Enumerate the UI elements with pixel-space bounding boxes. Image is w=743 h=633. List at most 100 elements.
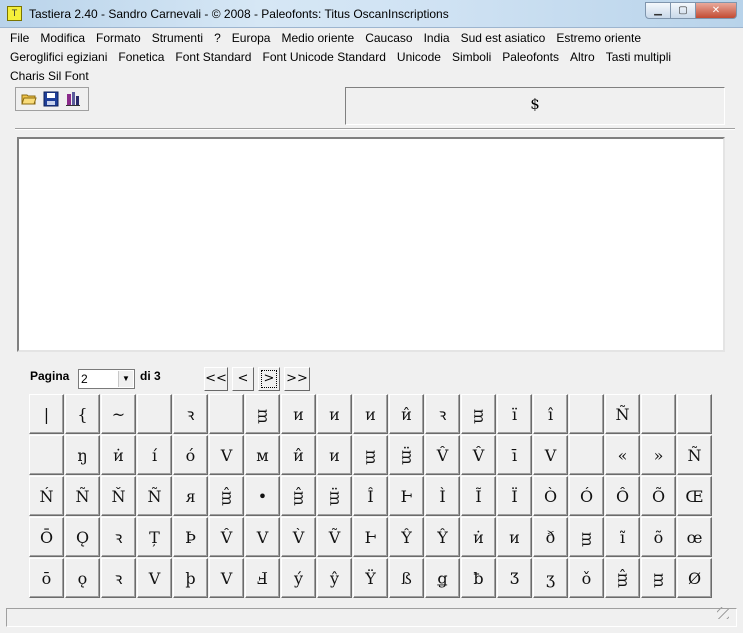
menu-item[interactable]: Caucaso [365, 29, 412, 48]
char-key[interactable]: ǒ [569, 558, 604, 598]
char-key[interactable]: œ [677, 517, 712, 557]
char-key[interactable]: { [65, 394, 100, 434]
char-key[interactable]: Ø [677, 558, 712, 598]
menu-item[interactable]: Modifica [40, 29, 85, 48]
char-key[interactable]: Î [353, 476, 388, 516]
char-key[interactable]: ꝛ [101, 517, 136, 557]
char-key[interactable]: Ǫ [65, 517, 100, 557]
menu-item[interactable]: Altro [570, 48, 595, 67]
char-key[interactable]: V̂ [461, 435, 496, 475]
menu-item[interactable]: ? [214, 29, 221, 48]
char-key[interactable]: V [209, 558, 244, 598]
char-key[interactable]: Ⱶ [389, 476, 424, 516]
menu-item[interactable]: Europa [232, 29, 271, 48]
char-key[interactable]: ᴎ̇ [461, 517, 496, 557]
char-key[interactable]: ó [173, 435, 208, 475]
char-key[interactable]: Ñ [677, 435, 712, 475]
menu-item[interactable]: India [424, 29, 450, 48]
menu-item[interactable]: Strumenti [152, 29, 203, 48]
char-key[interactable]: V [245, 517, 280, 557]
menu-item[interactable]: Charis Sil Font [10, 67, 89, 86]
first-page-button[interactable]: << [204, 367, 228, 391]
char-key[interactable]: Ⅎ [245, 558, 280, 598]
char-key[interactable]: • [245, 476, 280, 516]
char-key[interactable]: ō [29, 558, 64, 598]
char-key[interactable]: Ŷ [389, 517, 424, 557]
char-key[interactable]: V [209, 435, 244, 475]
char-key[interactable]: Ñ [65, 476, 100, 516]
char-key[interactable]: þ [173, 558, 208, 598]
char-key[interactable]: ᴟ [569, 517, 604, 557]
open-folder-icon[interactable] [18, 89, 40, 109]
char-key[interactable] [29, 435, 64, 475]
char-key[interactable]: ð [533, 517, 568, 557]
char-key[interactable]: ᴎ [317, 435, 352, 475]
char-key[interactable]: ᴎ [497, 517, 532, 557]
char-key[interactable]: Ñ [605, 394, 640, 434]
char-key[interactable]: Ț [137, 517, 172, 557]
char-key[interactable]: ᴎ̂ [389, 394, 424, 434]
page-select[interactable]: 2 ▼ [78, 369, 135, 389]
char-key[interactable]: ᴟ̂ [281, 476, 316, 516]
char-key[interactable]: ᴟ̂ [209, 476, 244, 516]
menu-item[interactable]: Estremo oriente [556, 29, 641, 48]
char-key[interactable]: ᴟ [245, 394, 280, 434]
resize-grip-icon[interactable] [717, 607, 729, 619]
menu-item[interactable]: Sud est asiatico [461, 29, 546, 48]
char-key[interactable]: » [641, 435, 676, 475]
char-key[interactable]: õ [641, 517, 676, 557]
close-icon[interactable]: ✕ [695, 2, 737, 19]
menu-item[interactable]: Geroglifici egiziani [10, 48, 107, 67]
char-key[interactable]: Ō [29, 517, 64, 557]
char-key[interactable]: ý [281, 558, 316, 598]
char-key[interactable]: ī [497, 435, 532, 475]
char-key[interactable]: ƀ [461, 558, 496, 598]
char-key[interactable]: ß [389, 558, 424, 598]
char-key[interactable]: Ĩ [461, 476, 496, 516]
char-key[interactable]: ᴟ̈ [389, 435, 424, 475]
char-key[interactable]: Ń [29, 476, 64, 516]
menu-item[interactable]: Unicode [397, 48, 441, 67]
char-key[interactable]: Ò [533, 476, 568, 516]
char-key[interactable]: ǥ [425, 558, 460, 598]
char-key[interactable]: Ň [101, 476, 136, 516]
char-key[interactable] [641, 394, 676, 434]
char-key[interactable]: ~ [101, 394, 136, 434]
app-icon[interactable]: T [7, 6, 22, 21]
character-tool-icon[interactable] [62, 89, 84, 109]
prev-page-button[interactable]: < [232, 367, 254, 391]
char-key[interactable]: ʒ [533, 558, 568, 598]
char-key[interactable]: Ï [497, 476, 532, 516]
last-page-button[interactable]: >> [284, 367, 310, 391]
char-key[interactable]: Ŷ [425, 517, 460, 557]
char-key[interactable]: Œ [677, 476, 712, 516]
char-key[interactable]: ᴟ̂ [605, 558, 640, 598]
char-key[interactable]: V̂ [425, 435, 460, 475]
minimize-icon[interactable]: ▁ [645, 2, 671, 19]
char-key[interactable]: ᴟ [353, 435, 388, 475]
text-editor[interactable] [17, 137, 725, 352]
char-key[interactable]: Ṽ [317, 517, 352, 557]
char-key[interactable]: V [137, 558, 172, 598]
char-key[interactable]: ꝛ [425, 394, 460, 434]
char-key[interactable]: | [29, 394, 64, 434]
char-key[interactable]: ꝛ [101, 558, 136, 598]
char-key[interactable]: ᴟ [641, 558, 676, 598]
char-key[interactable] [677, 394, 712, 434]
menu-item[interactable]: Formato [96, 29, 141, 48]
menu-item[interactable]: Tasti multipli [606, 48, 671, 67]
char-key[interactable]: ᴎ [317, 394, 352, 434]
char-key[interactable]: ŷ [317, 558, 352, 598]
char-key[interactable]: Ⱶ [353, 517, 388, 557]
char-key[interactable]: ᴎ [353, 394, 388, 434]
menu-item[interactable]: Paleofonts [502, 48, 559, 67]
char-key[interactable]: ᴙ [173, 476, 208, 516]
char-key[interactable]: ᴎ̇ [101, 435, 136, 475]
char-key[interactable]: ᴟ [461, 394, 496, 434]
maximize-icon[interactable]: ▢ [670, 2, 696, 19]
char-key[interactable] [569, 394, 604, 434]
char-key[interactable]: Ÿ [353, 558, 388, 598]
save-disk-icon[interactable] [40, 89, 62, 109]
char-key[interactable]: î [533, 394, 568, 434]
char-key[interactable]: V̂ [209, 517, 244, 557]
